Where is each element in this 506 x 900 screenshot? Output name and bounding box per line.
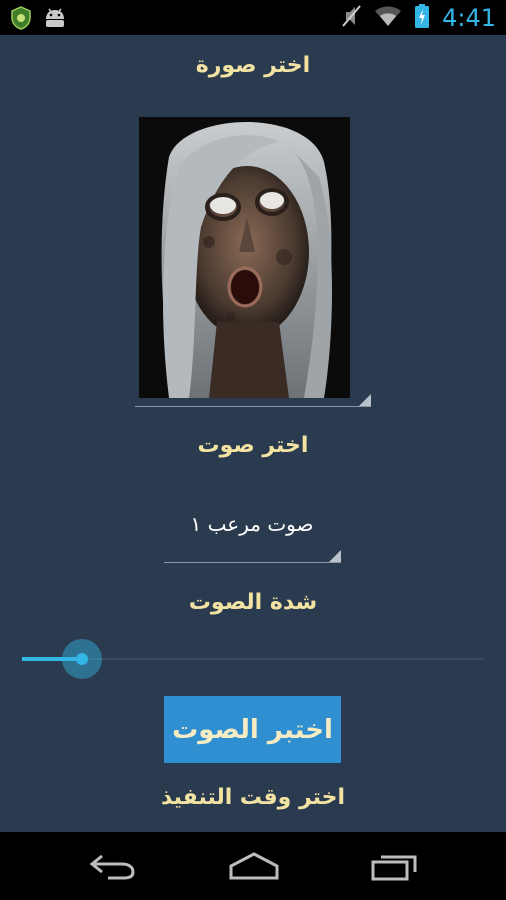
mute-icon [340, 3, 362, 33]
volume-label: شدة الصوت [188, 590, 318, 615]
shield-app-icon [10, 6, 32, 34]
status-bar: 4:41 [0, 0, 506, 35]
choose-sound-label: اختر صوت [197, 433, 309, 458]
image-spinner-arrow-icon[interactable] [359, 394, 371, 406]
test-sound-button[interactable]: اختبر الصوت [164, 696, 341, 763]
recent-apps-icon[interactable] [370, 850, 420, 886]
navigation-bar [0, 832, 506, 900]
clock: 4:41 [442, 4, 496, 32]
image-preview[interactable] [139, 117, 350, 398]
main-content: اختر صورة اختر صوت صوت مرعب ١ شدة الصوت … [0, 35, 506, 832]
image-spinner-underline [135, 406, 371, 407]
back-icon[interactable] [88, 850, 136, 886]
sound-spinner-underline [164, 562, 341, 563]
choose-image-label: اختر صورة [195, 53, 311, 78]
volume-seekbar-thumb[interactable] [76, 653, 89, 665]
sound-spinner-arrow-icon[interactable] [329, 550, 341, 562]
wifi-icon [374, 5, 402, 31]
sound-spinner[interactable]: صوت مرعب ١ [164, 512, 340, 536]
home-icon[interactable] [228, 850, 280, 886]
android-robot-icon [42, 7, 68, 33]
battery-charging-icon [414, 3, 430, 33]
choose-execution-time-label: اختر وقت التنفيذ [160, 785, 346, 810]
horror-face-image [139, 117, 350, 398]
